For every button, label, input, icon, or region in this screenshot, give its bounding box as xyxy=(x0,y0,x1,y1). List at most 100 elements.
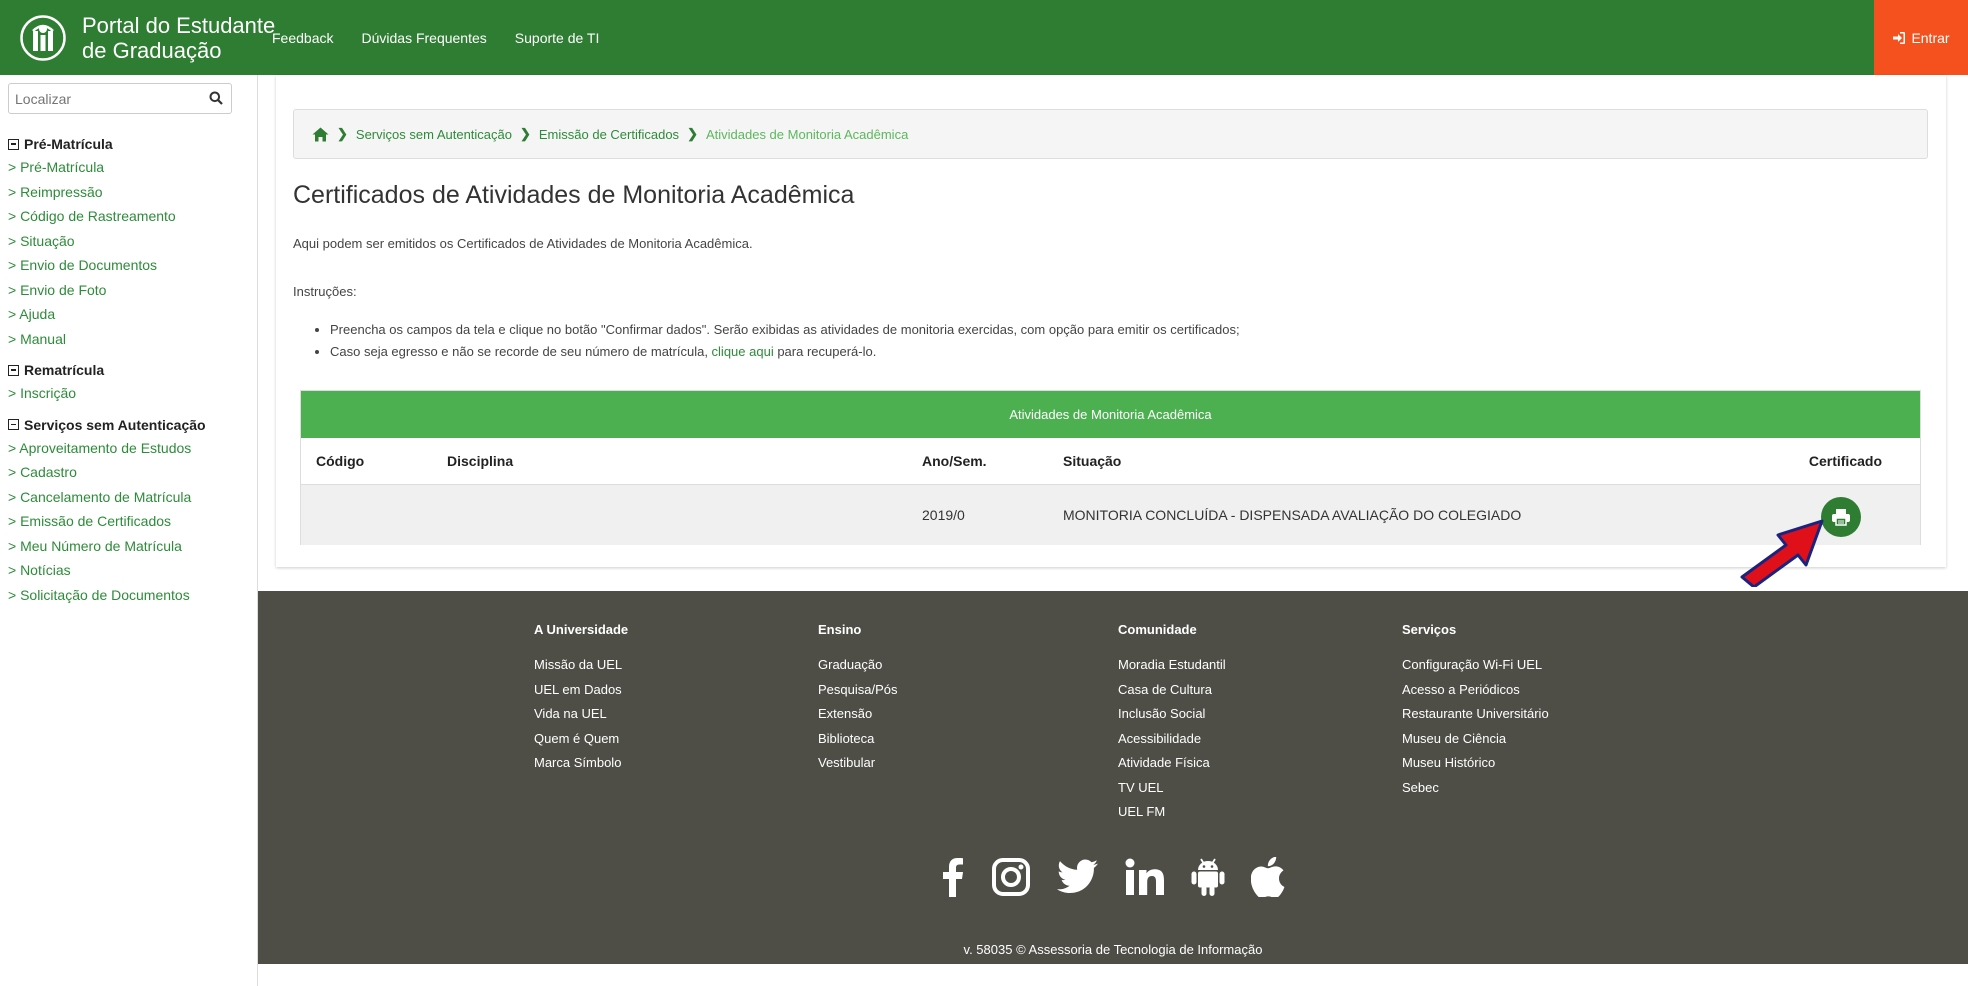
nav-feedback-link[interactable]: Feedback xyxy=(272,30,333,46)
column-header-situacao: Situação xyxy=(1063,453,1122,469)
footer-link[interactable]: TV UEL xyxy=(1118,776,1226,801)
sidebar-search xyxy=(8,83,232,114)
login-button[interactable]: Entrar xyxy=(1874,0,1968,75)
recover-matricula-link[interactable]: clique aqui xyxy=(712,344,774,359)
sidebar-item-solicitacao-documentos[interactable]: > Solicitação de Documentos xyxy=(8,583,253,608)
footer-link[interactable]: Sebec xyxy=(1402,776,1549,801)
brand-title-line2: de Graduação xyxy=(82,38,222,63)
footer-link[interactable]: Moradia Estudantil xyxy=(1118,653,1226,678)
chevron-right-icon: ❯ xyxy=(687,126,698,141)
menu-section-pre-matricula: Pré-Matrícula > Pré-Matrícula > Reimpres… xyxy=(8,133,253,351)
footer-link[interactable]: Museu de Ciência xyxy=(1402,727,1549,752)
footer-link[interactable]: Acesso a Periódicos xyxy=(1402,678,1549,703)
instructions-list: Preencha os campos da tela e clique no b… xyxy=(318,322,1240,366)
sidebar-item-manual[interactable]: > Manual xyxy=(8,327,253,352)
footer-link[interactable]: Atividade Física xyxy=(1118,751,1226,776)
breadcrumb-current: Atividades de Monitoria Acadêmica xyxy=(705,126,909,142)
footer-link[interactable]: Graduação xyxy=(818,653,898,678)
footer-column-universidade: A Universidade Missão da UEL UEL em Dado… xyxy=(534,622,628,776)
sidebar-item-inscricao[interactable]: > Inscrição xyxy=(8,381,253,406)
home-icon[interactable] xyxy=(312,127,329,142)
footer-column-title: A Universidade xyxy=(534,622,629,637)
footer-link[interactable]: Restaurante Universitário xyxy=(1402,702,1549,727)
footer-link[interactable]: Marca Símbolo xyxy=(534,751,628,776)
login-label: Entrar xyxy=(1911,29,1950,46)
collapse-icon xyxy=(8,419,19,430)
sidebar-item-pre-matricula[interactable]: > Pré-Matrícula xyxy=(8,155,253,180)
table-caption: Atividades de Monitoria Acadêmica xyxy=(301,391,1920,438)
activities-table: Atividades de Monitoria Acadêmica Código… xyxy=(300,390,1921,545)
menu-heading[interactable]: Rematrícula xyxy=(8,359,253,381)
annotation-arrow-icon xyxy=(1740,519,1824,587)
top-nav: Feedback Dúvidas Frequentes Suporte de T… xyxy=(272,0,627,75)
table-header-row: Código Disciplina Ano/Sem. Situação Cert… xyxy=(301,438,1920,485)
menu-heading[interactable]: Pré-Matrícula xyxy=(8,133,253,155)
cell-ano-sem: 2019/0 xyxy=(922,507,965,523)
footer-link[interactable]: UEL em Dados xyxy=(534,678,628,703)
instagram-icon[interactable] xyxy=(991,857,1031,897)
footer-link[interactable]: Inclusão Social xyxy=(1118,702,1226,727)
footer-link[interactable]: Configuração Wi-Fi UEL xyxy=(1402,653,1549,678)
footer-link[interactable]: Biblioteca xyxy=(818,727,898,752)
sign-in-icon xyxy=(1893,31,1906,44)
nav-faq-link[interactable]: Dúvidas Frequentes xyxy=(361,30,486,46)
sidebar-item-emissao-certificados[interactable]: > Emissão de Certificados xyxy=(8,509,253,534)
main-content: ❯ Serviços sem Autenticação ❯ Emissão de… xyxy=(276,75,1946,567)
chevron-right-icon: ❯ xyxy=(519,126,531,141)
android-icon[interactable] xyxy=(1191,857,1225,897)
footer-column-servicos: Serviços Configuração Wi-Fi UEL Acesso a… xyxy=(1402,622,1549,800)
print-certificate-button[interactable] xyxy=(1821,497,1861,537)
brand-title: Portal do Estudante de Graduação xyxy=(82,13,275,63)
sidebar-item-cancelamento[interactable]: > Cancelamento de Matrícula xyxy=(8,485,253,510)
footer-column-ensino: Ensino Graduação Pesquisa/Pós Extensão B… xyxy=(818,622,898,776)
footer-column-title: Serviços xyxy=(1402,622,1457,637)
social-links xyxy=(258,857,1968,897)
breadcrumb-item[interactable]: Serviços sem Autenticação xyxy=(356,127,512,142)
footer-link[interactable]: Extensão xyxy=(818,702,898,727)
collapse-icon xyxy=(8,138,19,150)
facebook-icon[interactable] xyxy=(941,857,965,897)
column-header-ano-sem: Ano/Sem. xyxy=(922,453,987,469)
print-icon xyxy=(1832,509,1850,526)
top-header: Portal do Estudante de Graduação Feedbac… xyxy=(0,0,1968,75)
instruction-item: Preencha os campos da tela e clique no b… xyxy=(330,322,1240,337)
search-icon[interactable] xyxy=(209,91,223,105)
sidebar: Pré-Matrícula > Pré-Matrícula > Reimpres… xyxy=(0,75,258,986)
sidebar-item-aproveitamento[interactable]: > Aproveitamento de Estudos xyxy=(8,436,253,461)
twitter-icon[interactable] xyxy=(1057,859,1099,895)
footer-link[interactable]: Vida na UEL xyxy=(534,702,628,727)
bottom-strip xyxy=(258,964,1968,986)
footer-link[interactable]: Vestibular xyxy=(818,751,898,776)
sidebar-item-numero-matricula[interactable]: > Meu Número de Matrícula xyxy=(8,534,253,559)
footer-column-comunidade: Comunidade Moradia Estudantil Casa de Cu… xyxy=(1118,622,1226,825)
column-header-codigo: Código xyxy=(316,453,365,469)
menu-heading[interactable]: Serviços sem Autenticação xyxy=(8,414,253,436)
apple-icon[interactable] xyxy=(1251,857,1285,897)
search-input[interactable] xyxy=(9,84,189,113)
instruction-text: para recuperá-lo. xyxy=(773,344,877,359)
cell-situacao: MONITORIA CONCLUÍDA - DISPENSADA AVALIAÇ… xyxy=(1063,507,1522,523)
sidebar-item-envio-foto[interactable]: > Envio de Foto xyxy=(8,278,253,303)
linkedin-icon[interactable] xyxy=(1125,858,1165,896)
sidebar-item-situacao[interactable]: > Situação xyxy=(8,229,253,254)
sidebar-item-cadastro[interactable]: > Cadastro xyxy=(8,460,253,485)
instruction-item: Caso seja egresso e não se recorde de se… xyxy=(330,344,1240,359)
footer-link[interactable]: Casa de Cultura xyxy=(1118,678,1226,703)
footer-link[interactable]: Missão da UEL xyxy=(534,653,628,678)
footer-link[interactable]: Quem é Quem xyxy=(534,727,628,752)
nav-it-support-link[interactable]: Suporte de TI xyxy=(515,30,600,46)
sidebar-item-noticias[interactable]: > Notícias xyxy=(8,558,253,583)
sidebar-item-reimpressao[interactable]: > Reimpressão xyxy=(8,180,253,205)
sidebar-item-envio-documentos[interactable]: > Envio de Documentos xyxy=(8,253,253,278)
footer-link[interactable]: Acessibilidade xyxy=(1118,727,1226,752)
breadcrumb-item[interactable]: Emissão de Certificados xyxy=(539,127,679,142)
footer-link[interactable]: UEL FM xyxy=(1118,800,1226,825)
sidebar-item-ajuda[interactable]: > Ajuda xyxy=(8,302,253,327)
sidebar-item-codigo-rastreamento[interactable]: > Código de Rastreamento xyxy=(8,204,253,229)
version-text: v. 58035 © Assessoria de Tecnologia de I… xyxy=(963,942,1263,957)
footer-link[interactable]: Museu Histórico xyxy=(1402,751,1549,776)
menu-heading-label: Pré-Matrícula xyxy=(24,136,113,152)
portal-brand[interactable]: Portal do Estudante de Graduação xyxy=(20,13,275,63)
footer-link[interactable]: Pesquisa/Pós xyxy=(818,678,898,703)
menu-section-servicos: Serviços sem Autenticação > Aproveitamen… xyxy=(8,414,253,608)
